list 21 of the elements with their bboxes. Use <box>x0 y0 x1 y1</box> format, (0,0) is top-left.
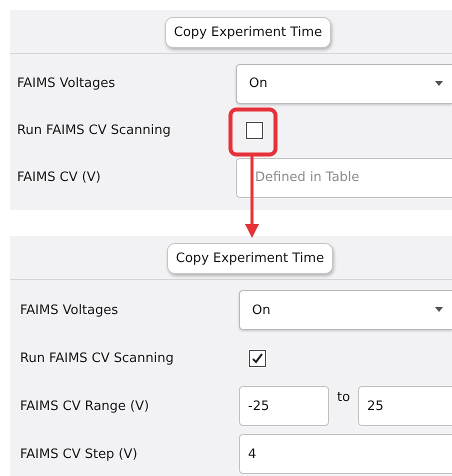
to-label: to <box>337 390 350 405</box>
field-label: FAIMS CV Range (V) <box>19 398 150 414</box>
copy-button[interactable]: Copy Experiment Time <box>166 243 334 274</box>
field-label: FAIMS Voltages <box>19 302 120 318</box>
caret-icon <box>434 80 444 86</box>
checkbox[interactable] <box>246 122 263 139</box>
field-label: Run FAIMS CV Scanning <box>16 123 172 138</box>
field-label: FAIMS Voltages <box>16 76 116 91</box>
input-field[interactable]: Defined in Table <box>236 158 452 198</box>
dropdown[interactable]: On <box>236 64 452 104</box>
input-field[interactable]: 25 <box>358 386 452 426</box>
caret-icon <box>434 307 444 313</box>
field-label: Run FAIMS CV Scanning <box>19 350 175 366</box>
highlight-frame <box>228 108 278 156</box>
field-label: FAIMS CV (V) <box>16 170 102 185</box>
input-field[interactable]: -25 <box>239 386 329 426</box>
input-field[interactable]: 4 <box>239 434 452 474</box>
checkbox[interactable] <box>249 350 266 366</box>
dropdown[interactable]: On <box>239 290 452 330</box>
copy-button[interactable]: Copy Experiment Time <box>164 17 332 48</box>
field-label: FAIMS CV Step (V) <box>19 446 138 462</box>
